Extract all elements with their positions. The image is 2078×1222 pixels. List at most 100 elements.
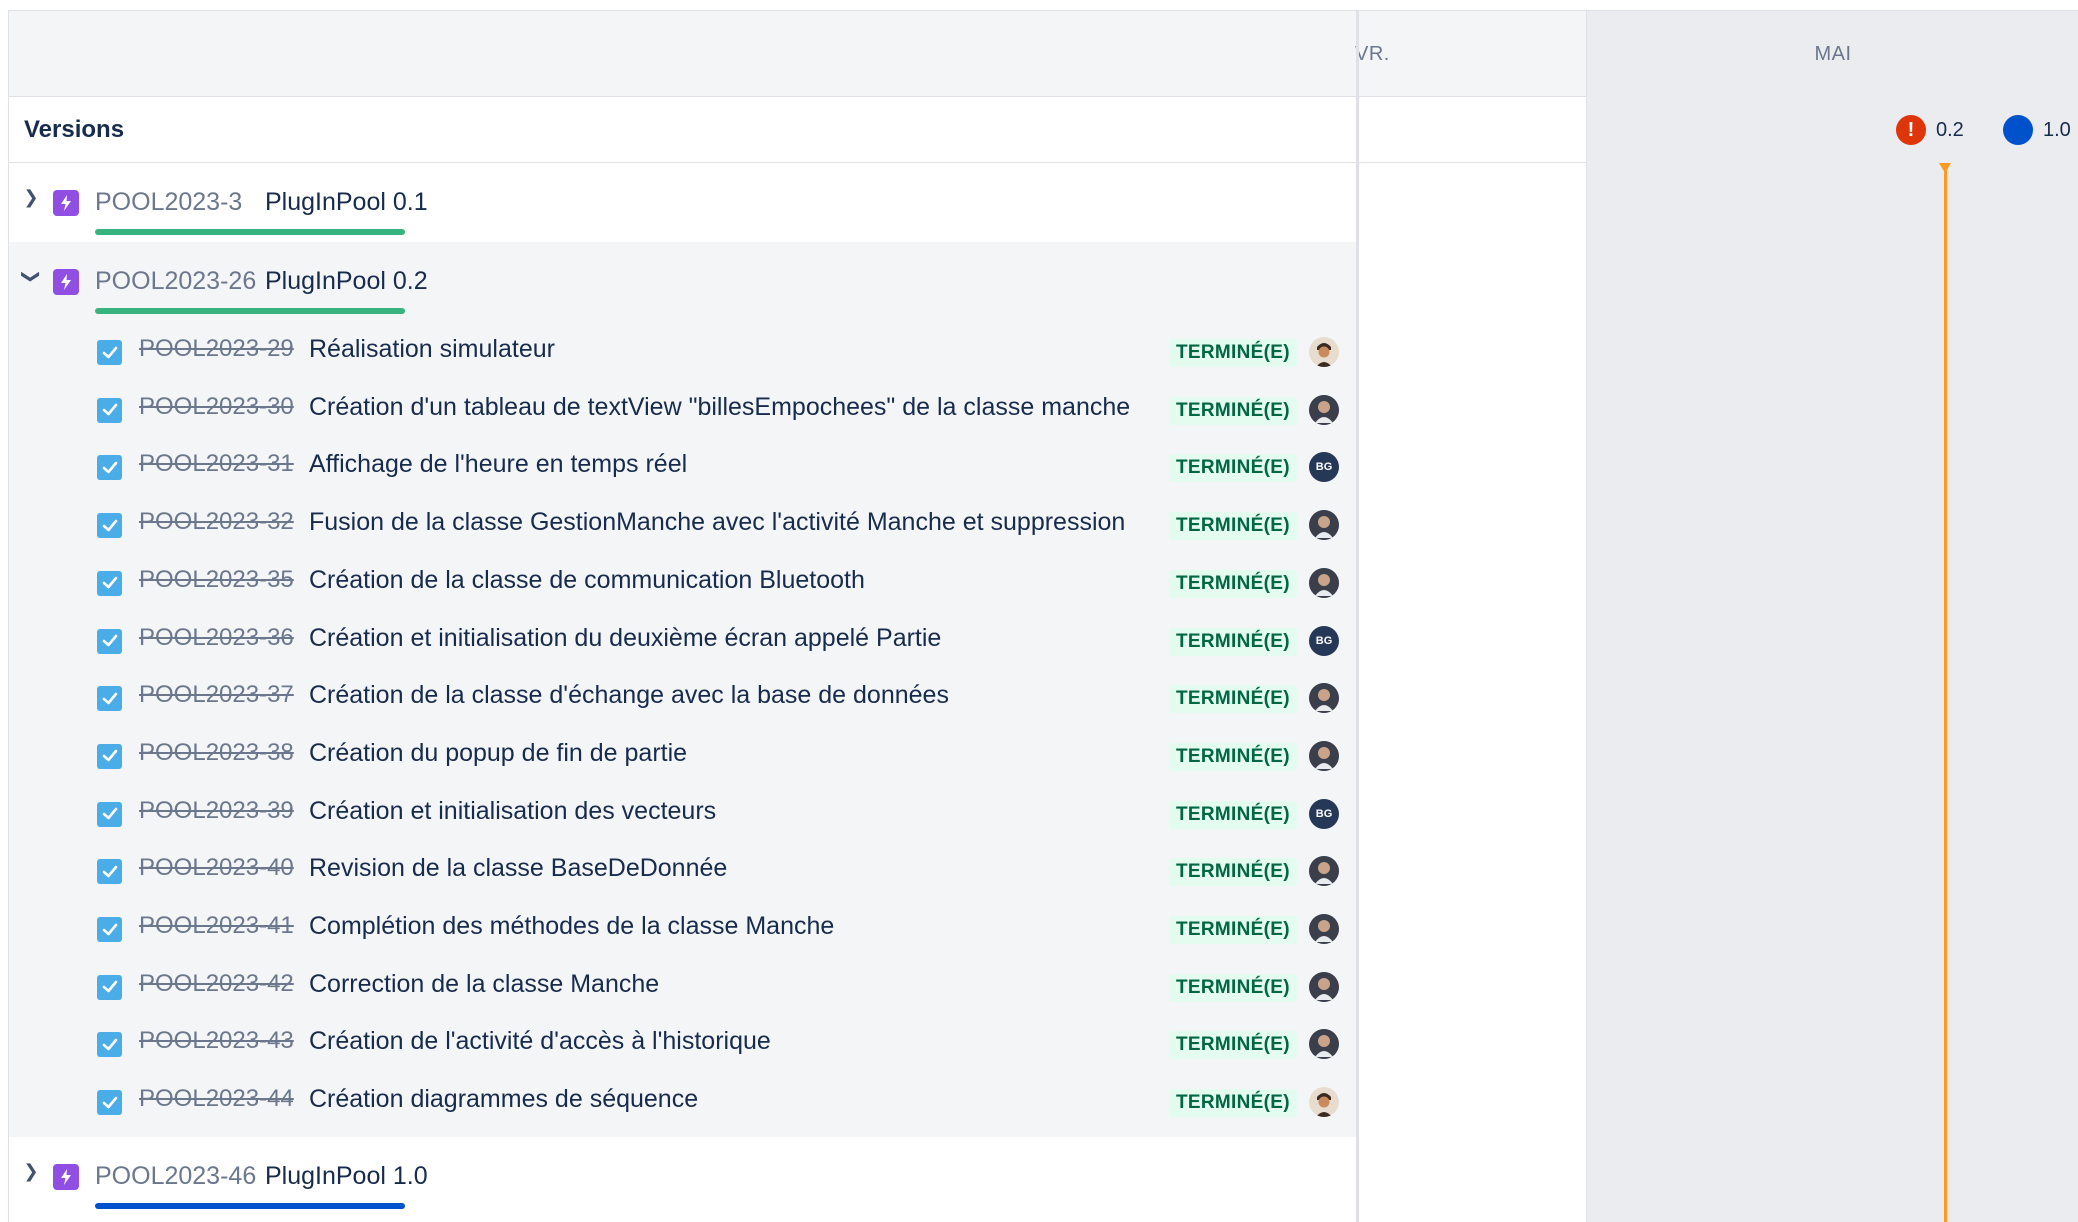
epic-key[interactable]: POOL2023-3 (95, 188, 242, 217)
task-checkbox-icon (97, 917, 122, 942)
issue-title: Création d'un tableau de textView "bille… (309, 392, 1131, 421)
issue-key[interactable]: POOL2023-36 (139, 624, 294, 652)
status-badge: TERMINÉ(E) (1169, 858, 1297, 887)
version-alert-icon: ! (1896, 115, 1926, 145)
status-badge: TERMINÉ(E) (1169, 569, 1297, 598)
issue-title: Création de l'activité d'accès à l'histo… (309, 1027, 771, 1056)
issue-key[interactable]: POOL2023-44 (139, 1085, 294, 1113)
assignee-avatar[interactable] (1309, 337, 1339, 367)
status-badge: TERMINÉ(E) (1169, 685, 1297, 714)
issue-title: Affichage de l'heure en temps réel (309, 450, 688, 479)
issue-key[interactable]: POOL2023-35 (139, 566, 294, 594)
assignee-avatar[interactable]: BG (1309, 452, 1339, 483)
assignee-avatar[interactable] (1309, 856, 1339, 887)
task-checkbox-icon (97, 1090, 122, 1116)
task-checkbox-icon (97, 340, 122, 365)
issue-key[interactable]: POOL2023-30 (139, 393, 294, 421)
status-badge: TERMINÉ(E) (1169, 742, 1297, 771)
issue-title: Complétion des méthodes de la classe Man… (309, 912, 835, 940)
versions-row: Versions ! 0.2 1.0 (9, 97, 2078, 163)
epic-progress-bar (95, 308, 405, 314)
assignee-avatar[interactable]: BG (1309, 625, 1339, 656)
chevron-down-icon[interactable]: ❯ (21, 267, 42, 287)
assignee-avatar[interactable] (1309, 1087, 1339, 1118)
issue-key[interactable]: POOL2023-38 (139, 739, 294, 767)
status-badge: TERMINÉ(E) (1169, 512, 1297, 541)
avatar-initials: BG (1315, 807, 1333, 820)
child-issue-row[interactable]: POOL2023-44 Création diagrammes de séquen… (9, 1071, 1356, 1129)
task-checkbox-icon (97, 859, 122, 885)
child-issue-row[interactable]: POOL2023-41 Complétion des méthodes de la… (9, 898, 1356, 956)
epic-progress-bar (95, 229, 405, 235)
assignee-avatar[interactable] (1309, 740, 1339, 771)
status-badge: TERMINÉ(E) (1169, 1031, 1297, 1060)
issue-title: Création diagrammes de séquence (309, 1085, 699, 1114)
epic-title: PlugInPool 0.1 (265, 188, 428, 216)
task-checkbox-icon (97, 455, 122, 481)
version-marker-0-2[interactable]: ! 0.2 (1896, 97, 1964, 163)
assignee-avatar[interactable] (1309, 1029, 1339, 1060)
task-checkbox-icon (97, 513, 122, 539)
issue-key[interactable]: POOL2023-43 (139, 1027, 294, 1055)
version-marker-label: 0.2 (1936, 118, 1964, 141)
issue-key[interactable]: POOL2023-39 (139, 797, 294, 825)
issue-title: Création de la classe de communication B… (309, 565, 865, 594)
epic-row-pool2023-46[interactable]: ❯ POOL2023-46 PlugInPool 1.0 (9, 1137, 1356, 1216)
assignee-avatar[interactable] (1309, 394, 1339, 425)
chevron-right-icon[interactable]: ❯ (21, 1161, 41, 1182)
issue-key[interactable]: POOL2023-32 (139, 508, 294, 536)
assignee-avatar[interactable] (1309, 914, 1339, 944)
assignee-avatar[interactable] (1309, 567, 1339, 598)
issue-key[interactable]: POOL2023-40 (139, 854, 294, 882)
month-label-may: MAI (1587, 11, 2078, 97)
issue-key[interactable]: POOL2023-41 (139, 912, 294, 940)
status-badge: TERMINÉ(E) (1169, 396, 1297, 425)
task-checkbox-icon (97, 974, 122, 1000)
versions-label: Versions (24, 116, 125, 143)
epic-title: PlugInPool 0.2 (265, 267, 428, 295)
roadmap-frame: VR. MAI Versions ! 0.2 1.0 ❯ POOL2023-3 … (8, 10, 2078, 1222)
issue-key[interactable]: POOL2023-31 (139, 450, 294, 478)
assignee-avatar[interactable] (1309, 683, 1339, 714)
task-checkbox-icon (97, 397, 122, 423)
issue-title: Création de la classe d'échange avec la … (309, 681, 949, 710)
child-issue-row[interactable]: POOL2023-37 Création de la classe d'échan… (9, 667, 1356, 725)
issue-title: Création et initialisation des vecteurs (309, 796, 717, 825)
panel-resize-divider[interactable] (1356, 11, 1359, 1222)
child-issue-row[interactable]: POOL2023-32 Fusion de la classe GestionMa… (9, 494, 1356, 552)
version-marker-label: 1.0 (2043, 118, 2071, 141)
child-issue-row[interactable]: POOL2023-35 Création de la classe de comm… (9, 552, 1356, 610)
chevron-right-icon[interactable]: ❯ (21, 187, 41, 208)
epic-key[interactable]: POOL2023-26 (95, 267, 256, 296)
epic-row-pool2023-3[interactable]: ❯ POOL2023-3 PlugInPool 0.1 (9, 163, 1356, 242)
child-issue-row[interactable]: POOL2023-30 Création d'un tableau de text… (9, 379, 1356, 437)
assignee-avatar[interactable]: BG (1309, 798, 1339, 829)
assignee-avatar[interactable] (1309, 971, 1339, 1002)
issue-title: Création et initialisation du deuxième é… (309, 623, 942, 652)
child-issue-row[interactable]: POOL2023-29 Réalisation simulateur TERMINÉ… (9, 321, 1356, 379)
assignee-avatar[interactable] (1309, 510, 1339, 541)
issue-key[interactable]: POOL2023-29 (139, 335, 294, 363)
child-issue-row[interactable]: POOL2023-40 Revision de la classe BaseDeD… (9, 840, 1356, 898)
task-checkbox-icon (97, 1032, 122, 1058)
status-badge: TERMINÉ(E) (1169, 627, 1297, 656)
child-issue-row[interactable]: POOL2023-39 Création et initialisation de… (9, 783, 1356, 841)
timeline-may-column (1586, 97, 2078, 1222)
issue-title: Création du popup de fin de partie (309, 738, 688, 767)
avatar-initials: BG (1315, 634, 1333, 647)
epic-progress-bar (95, 1203, 405, 1209)
status-badge: TERMINÉ(E) (1169, 800, 1297, 829)
child-issue-row[interactable]: POOL2023-36 Création et initialisation du… (9, 610, 1356, 668)
epic-lightning-icon (53, 269, 79, 295)
epic-lightning-icon (53, 1164, 79, 1190)
child-issue-row[interactable]: POOL2023-31 Affichage de l'heure en temps… (9, 436, 1356, 494)
version-marker-1-0[interactable]: 1.0 (2003, 97, 2071, 163)
task-checkbox-icon (97, 743, 122, 769)
epic-key[interactable]: POOL2023-46 (95, 1162, 256, 1191)
epic-row-pool2023-26[interactable]: ❯ POOL2023-26 PlugInPool 0.2 (9, 242, 1356, 321)
issue-key[interactable]: POOL2023-37 (139, 681, 294, 709)
child-issue-row[interactable]: POOL2023-42 Correction de la classe Manch… (9, 956, 1356, 1014)
child-issue-row[interactable]: POOL2023-43 Création de l'activité d'accè… (9, 1013, 1356, 1071)
child-issue-row[interactable]: POOL2023-38 Création du popup de fin de p… (9, 725, 1356, 783)
issue-key[interactable]: POOL2023-42 (139, 970, 294, 998)
